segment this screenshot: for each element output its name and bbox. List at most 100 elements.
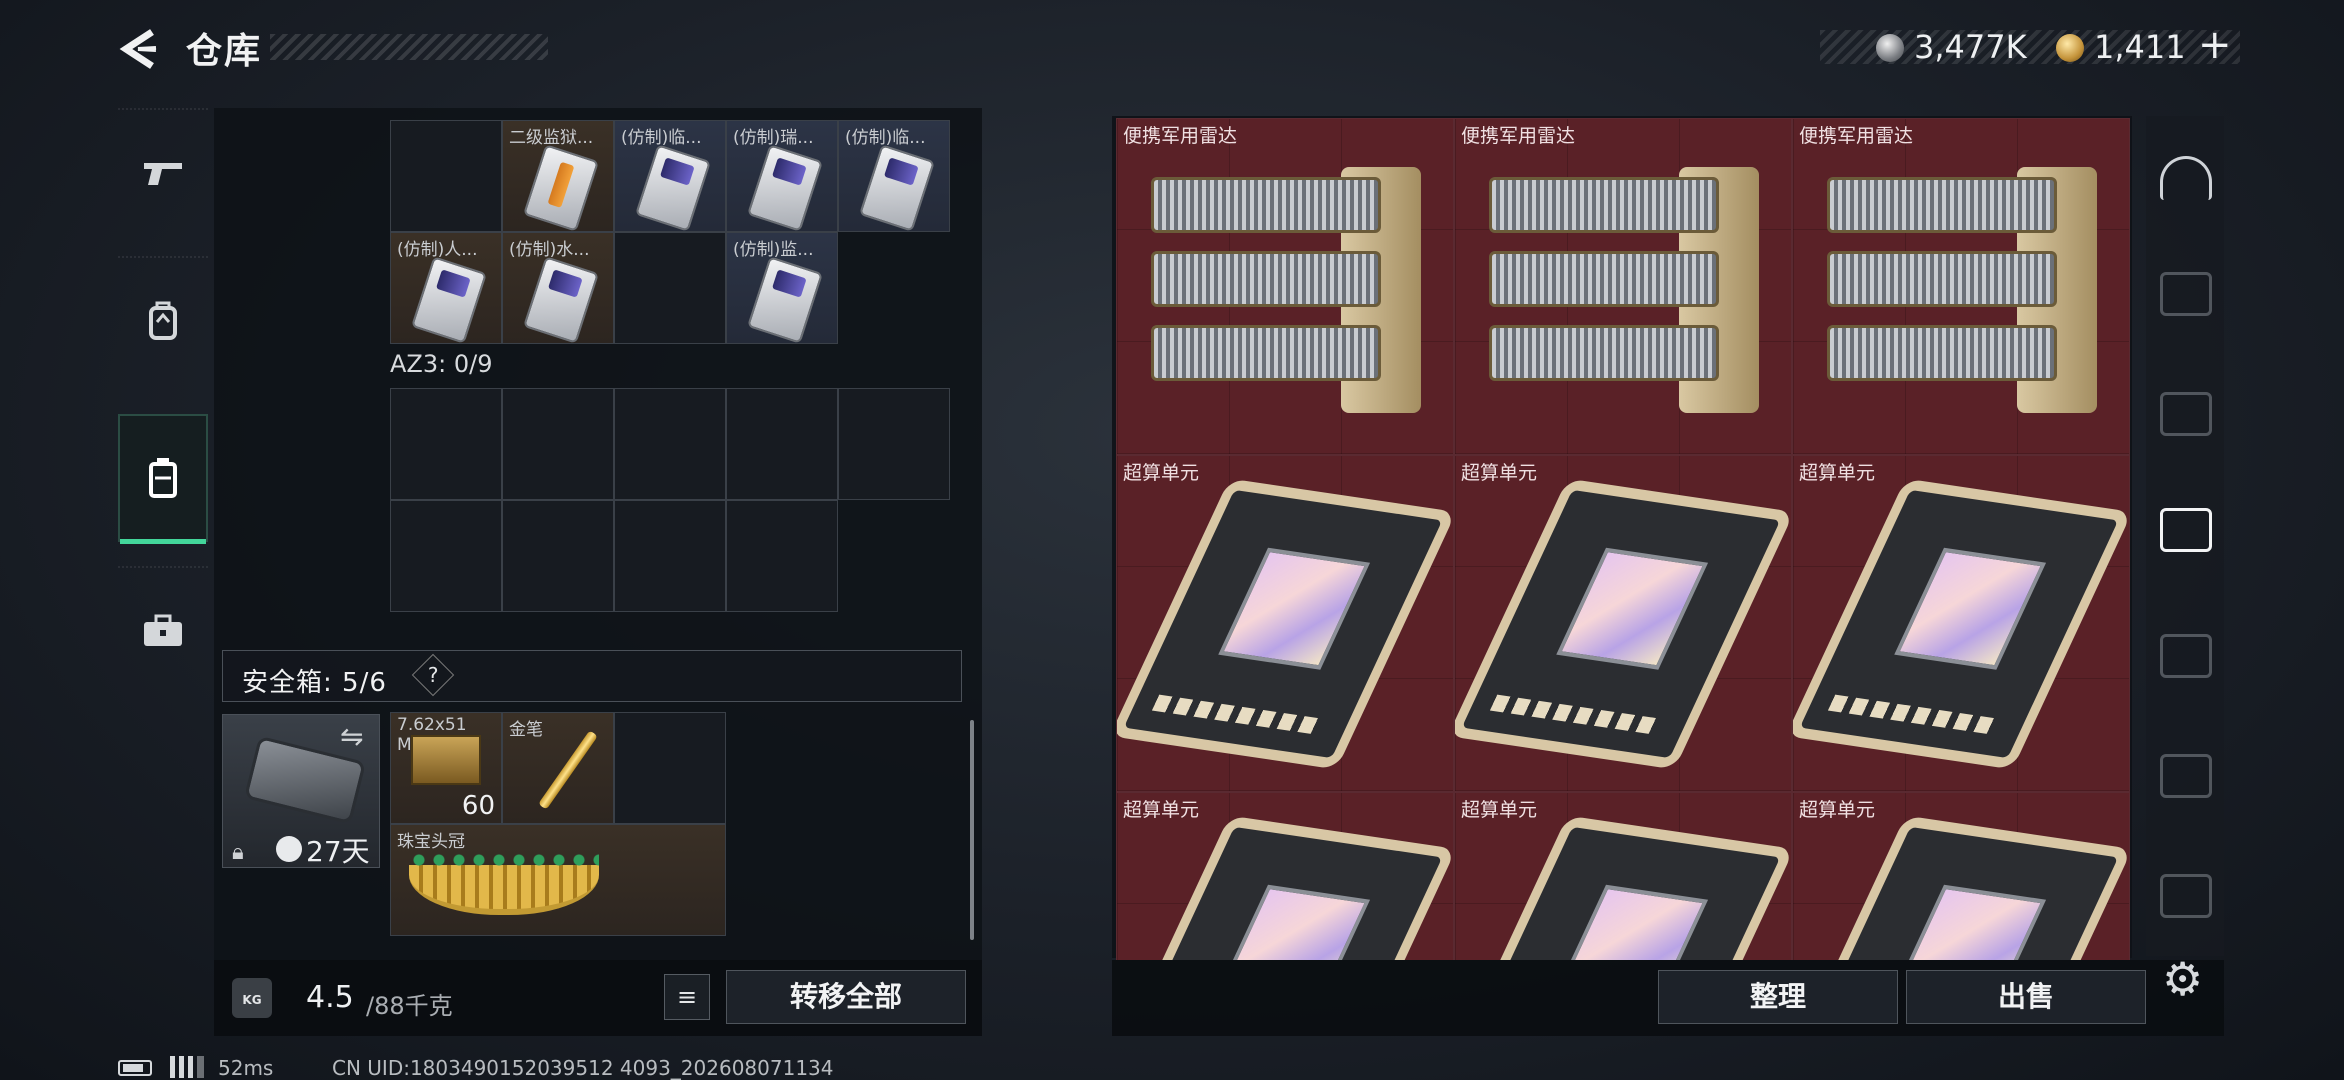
gear-icon[interactable]: ⚙ [2162,952,2203,1006]
nav-briefcase[interactable] [118,566,208,694]
item-gold-pen[interactable]: 金笔 [502,712,614,824]
add-currency-button[interactable]: + [2198,22,2232,68]
item-supercomputer-unit[interactable]: 超算单元 [1792,792,2130,960]
grid-slot[interactable] [390,120,502,232]
stash-tab-gti[interactable] [2160,272,2212,316]
clock-icon [276,836,302,862]
item-label: (仿制)临... [621,128,702,148]
grid-slot[interactable] [614,388,726,500]
sell-button[interactable]: 出售 [1906,970,2146,1024]
scrollbar[interactable] [970,720,974,940]
transfer-all-button[interactable]: 转移全部 [726,970,966,1024]
grid-slot[interactable] [726,388,838,500]
stash-tab-all[interactable] [2160,156,2212,200]
gold-amount: 1,411 [2094,28,2186,66]
item-military-radar[interactable]: 便携军用雷达 [1792,118,2130,455]
safe-box-title: 安全箱: 5/6 [242,668,387,698]
item-label: 珠宝头冠 [397,832,465,852]
weight-icon: KG [232,978,272,1018]
grid-slot[interactable] [390,500,502,612]
grid-slot[interactable] [502,388,614,500]
crown-icon [409,851,599,915]
az3-label: AZ3: 0/9 [390,350,493,378]
item-keycard[interactable]: (仿制)水... [502,232,614,344]
keycard-icon [522,256,600,343]
grid-slot[interactable] [390,388,502,500]
pen-icon [538,730,598,810]
weight-max: /88千克 [366,992,453,1020]
ammo-box-icon [411,735,481,785]
stash-tab-vip-3[interactable] [2160,754,2212,798]
chip-icon [1793,478,2129,770]
item-label: (仿制)人... [397,240,478,260]
keycard-icon [522,144,600,231]
item-label: 超算单元 [1123,799,1200,821]
backpack-icon [149,301,177,340]
chip-icon [1117,815,1453,960]
nav-backpack[interactable] [118,256,208,384]
gun-icon [144,163,182,185]
title-decoration [270,34,548,60]
grid-slot[interactable] [502,500,614,612]
chip-icon [1455,815,1791,960]
safe-box-grid: 7.62x51 M62 60 金笔 珠宝头冠 [390,712,726,936]
item-ammo[interactable]: 7.62x51 M62 60 [390,712,502,824]
keycard-icon [746,256,824,343]
keycard-icon [410,256,488,343]
item-keycard[interactable]: (仿制)人... [390,232,502,344]
item-label: 超算单元 [1461,462,1538,484]
grid-slot[interactable] [726,500,838,612]
help-icon: ? [427,663,439,687]
sort-button[interactable]: 整理 [1658,970,1898,1024]
stash-tab-vip-2[interactable] [2160,508,2212,552]
silver-amount: 3,477K [1914,28,2027,66]
item-label: (仿制)瑞... [733,128,814,148]
stash-tab-gti-2[interactable] [2160,634,2212,678]
battery-icon [118,1060,152,1076]
item-label: 便携军用雷达 [1799,125,1914,147]
item-supercomputer-unit[interactable]: 超算单元 [1116,792,1454,960]
stash-tab-vip-1[interactable] [2160,392,2212,436]
item-supercomputer-unit[interactable]: 超算单元 [1454,455,1792,792]
item-label: (仿制)水... [509,240,590,260]
radar-icon [1827,167,2097,413]
silver-coin-icon [1876,34,1904,62]
container-icon [149,458,177,498]
list-view-button[interactable]: ≡ [664,974,710,1020]
item-label: 金笔 [509,720,543,740]
gold-coin-icon [2056,34,2084,62]
item-supercomputer-unit[interactable]: 超算单元 [1454,792,1792,960]
grid-slot[interactable] [614,232,726,344]
item-keycard[interactable]: (仿制)临... [614,120,726,232]
stash-tab-vip-4[interactable] [2160,874,2212,918]
lock-icon: 🔒︎ [232,840,244,865]
grid-slot[interactable] [614,712,726,824]
uid-text: CN UID:1803490152039512 4093_20260807113… [332,1056,834,1080]
item-military-radar[interactable]: 便携军用雷达 [1454,118,1792,455]
chip-icon [1117,478,1453,770]
item-supercomputer-unit[interactable]: 超算单元 [1116,455,1454,792]
item-keycard[interactable]: (仿制)临... [838,120,950,232]
item-label: (仿制)监... [733,240,814,260]
grid-slot[interactable] [614,500,726,612]
az3-grid [390,388,950,612]
grid-slot[interactable] [838,388,950,500]
ping-text: 52ms [218,1056,274,1080]
swap-icon[interactable]: ⇋ [340,720,363,753]
item-prison-card[interactable]: 二级监狱... [502,120,614,232]
nav-weapon[interactable] [118,108,208,236]
chip-icon [1455,478,1791,770]
item-label: 超算单元 [1799,799,1876,821]
item-keycard[interactable]: (仿制)瑞... [726,120,838,232]
item-label: 超算单元 [1123,462,1200,484]
item-military-radar[interactable]: 便携军用雷达 [1116,118,1454,455]
item-keycard[interactable]: (仿制)监... [726,232,838,344]
back-arrow-icon[interactable] [118,28,160,70]
signal-icon [170,1056,204,1078]
item-supercomputer-unit[interactable]: 超算单元 [1792,455,2130,792]
item-label: 便携军用雷达 [1461,125,1576,147]
radar-icon [1489,167,1759,413]
item-label: 便携军用雷达 [1123,125,1238,147]
item-crown[interactable]: 珠宝头冠 [390,824,726,936]
nav-container[interactable] [118,414,208,544]
